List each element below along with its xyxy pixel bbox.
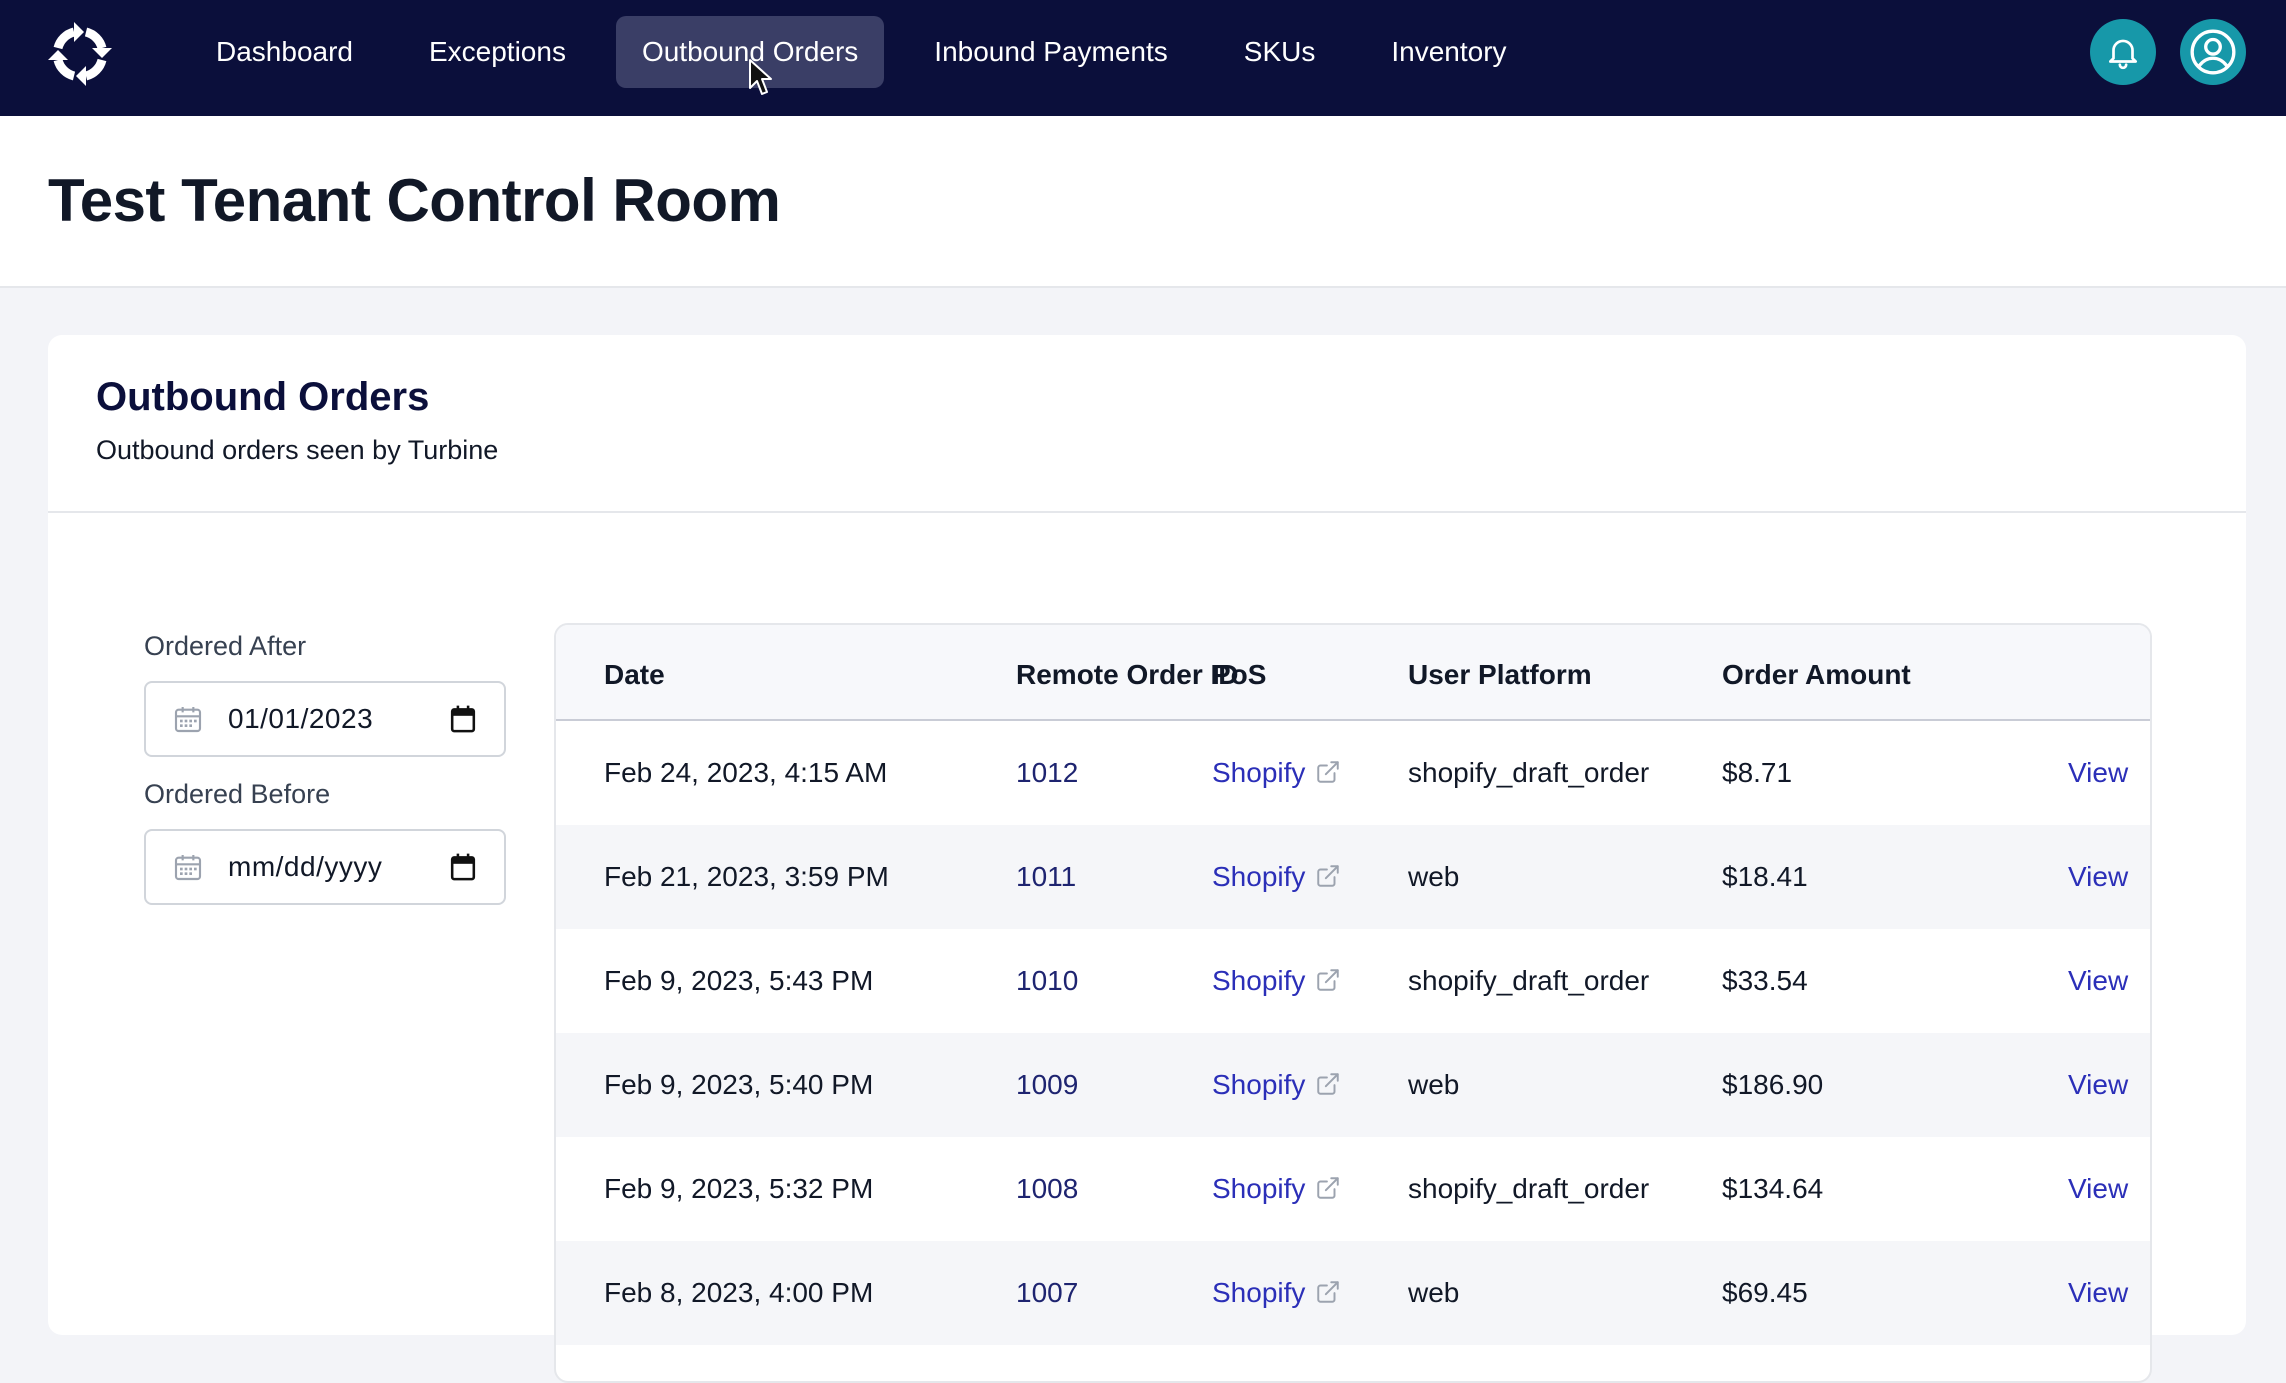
pos-link-label: Shopify xyxy=(1212,1173,1306,1204)
ordered-after-input[interactable]: 01/01/2023 xyxy=(144,681,506,757)
remote-order-id: 1008 xyxy=(1016,1173,1079,1204)
order-amount: $18.41 xyxy=(1722,861,1808,892)
order-amount: $69.45 xyxy=(1722,1277,1808,1308)
remote-order-id: 1010 xyxy=(1016,965,1079,996)
pos-link-label: Shopify xyxy=(1212,1069,1306,1100)
card-subtitle: Outbound orders seen by Turbine xyxy=(96,435,499,465)
page-title: Test Tenant Control Room xyxy=(48,167,781,234)
order-date: Feb 9, 2023, 5:43 PM xyxy=(604,965,874,996)
ordered-before-label: Ordered Before xyxy=(144,779,331,809)
pos-link[interactable]: Shopify xyxy=(1212,757,1341,789)
external-link-icon xyxy=(1317,1177,1340,1199)
user-platform: web xyxy=(1408,1277,1460,1308)
order-date: Feb 24, 2023, 4:15 AM xyxy=(604,757,888,788)
calendar-icon xyxy=(174,855,202,881)
nav-menu: Dashboard Exceptions Outbound Orders Inb… xyxy=(190,16,1533,88)
view-order-link[interactable]: View xyxy=(2068,1173,2128,1205)
table-row: Feb 8, 2023, 4:00 PM 1007 Shopify web $69.45… xyxy=(556,1241,2150,1345)
view-order-link[interactable]: View xyxy=(2068,965,2128,997)
user-platform: shopify_draft_order xyxy=(1408,1173,1650,1204)
user-platform: web xyxy=(1408,1069,1460,1100)
pos-link[interactable]: Shopify xyxy=(1212,861,1341,893)
view-order-link[interactable]: View xyxy=(2068,757,2128,789)
order-amount: $8.71 xyxy=(1722,757,1793,788)
column-header-date[interactable]: Date xyxy=(604,659,665,691)
nav-item-exceptions[interactable]: Exceptions xyxy=(403,16,592,88)
remote-order-id: 1011 xyxy=(1016,861,1077,892)
ordered-before-placeholder: mm/dd/yyyy xyxy=(228,851,383,882)
column-header-user-platform[interactable]: User Platform xyxy=(1408,659,1592,691)
external-link-icon xyxy=(1317,1073,1340,1095)
notifications-button[interactable] xyxy=(2090,19,2156,85)
pos-link[interactable]: Shopify xyxy=(1212,1069,1341,1101)
order-amount: $134.64 xyxy=(1722,1173,1824,1204)
calendar-icon xyxy=(174,707,202,733)
nav-actions xyxy=(2090,19,2246,85)
order-date: Feb 21, 2023, 3:59 PM xyxy=(604,861,889,892)
calendar-picker-icon[interactable] xyxy=(450,853,476,881)
nav-item-dashboard[interactable]: Dashboard xyxy=(190,16,379,88)
remote-order-id: 1012 xyxy=(1016,757,1079,788)
ordered-after-value: 01/01/2023 xyxy=(228,703,374,734)
outbound-orders-card: Outbound Orders Outbound orders seen by … xyxy=(48,335,2246,1383)
order-date: Feb 9, 2023, 5:32 PM xyxy=(604,1173,874,1204)
pos-link-label: Shopify xyxy=(1212,965,1306,996)
view-order-link[interactable]: View xyxy=(2068,861,2128,893)
external-link-icon xyxy=(1317,865,1340,887)
pos-link-label: Shopify xyxy=(1212,861,1306,892)
column-header-pos[interactable]: PoS xyxy=(1212,659,1266,691)
pos-link-label: Shopify xyxy=(1212,1277,1306,1308)
table-row: Feb 9, 2023, 5:43 PM 1010 Shopify shopify_d… xyxy=(556,929,2150,1033)
order-amount: $186.90 xyxy=(1722,1069,1824,1100)
calendar-picker-icon[interactable] xyxy=(450,705,476,733)
top-nav: Dashboard Exceptions Outbound Orders Inb… xyxy=(0,0,2286,116)
table-row: Feb 21, 2023, 3:59 PM 1011 Shopify web $18.4… xyxy=(556,825,2150,929)
external-link-icon xyxy=(1317,969,1340,991)
pos-link-label: Shopify xyxy=(1212,757,1306,788)
orders-table: Date Remote Order ID PoS User Platform O… xyxy=(554,623,2152,1383)
nav-item-inventory[interactable]: Inventory xyxy=(1365,16,1532,88)
order-amount: $33.54 xyxy=(1722,965,1808,996)
nav-item-inbound-payments[interactable]: Inbound Payments xyxy=(908,16,1194,88)
ordered-before-input[interactable]: mm/dd/yyyy xyxy=(144,829,506,905)
order-date: Feb 9, 2023, 5:40 PM xyxy=(604,1069,874,1100)
table-header: Date Remote Order ID PoS User Platform O… xyxy=(556,625,2150,721)
pos-link[interactable]: Shopify xyxy=(1212,965,1341,997)
order-date: Feb 8, 2023, 4:00 PM xyxy=(604,1277,874,1308)
table-row: Feb 24, 2023, 4:15 AM 1012 Shopify shopify_… xyxy=(556,721,2150,825)
mouse-cursor-icon xyxy=(749,59,772,95)
card-title: Outbound Orders xyxy=(96,375,430,419)
user-circle-icon xyxy=(2190,29,2236,75)
ordered-after-label: Ordered After xyxy=(144,631,307,661)
page-header: Test Tenant Control Room xyxy=(0,116,2286,288)
user-platform: shopify_draft_order xyxy=(1408,757,1650,788)
external-link-icon xyxy=(1317,1281,1340,1303)
bell-icon xyxy=(2108,39,2138,70)
card-header: Outbound Orders Outbound orders seen by … xyxy=(48,335,2246,513)
nav-item-skus[interactable]: SKUs xyxy=(1218,16,1342,88)
table-row: Feb 9, 2023, 5:32 PM 1008 Shopify shopify_d… xyxy=(556,1137,2150,1241)
user-platform: shopify_draft_order xyxy=(1408,965,1650,996)
app-logo-icon[interactable] xyxy=(44,18,116,90)
pos-link[interactable]: Shopify xyxy=(1212,1173,1341,1205)
column-header-remote-order-id[interactable]: Remote Order ID xyxy=(1016,659,1239,691)
pos-link[interactable]: Shopify xyxy=(1212,1277,1341,1309)
view-order-link[interactable]: View xyxy=(2068,1069,2128,1101)
view-order-link[interactable]: View xyxy=(2068,1277,2128,1309)
table-row: Feb 9, 2023, 5:40 PM 1009 Shopify web $186.9… xyxy=(556,1033,2150,1137)
external-link-icon xyxy=(1317,761,1340,783)
remote-order-id: 1009 xyxy=(1016,1069,1079,1100)
profile-button[interactable] xyxy=(2180,19,2246,85)
remote-order-id: 1007 xyxy=(1016,1277,1079,1308)
user-platform: web xyxy=(1408,861,1460,892)
column-header-order-amount[interactable]: Order Amount xyxy=(1722,659,1911,691)
